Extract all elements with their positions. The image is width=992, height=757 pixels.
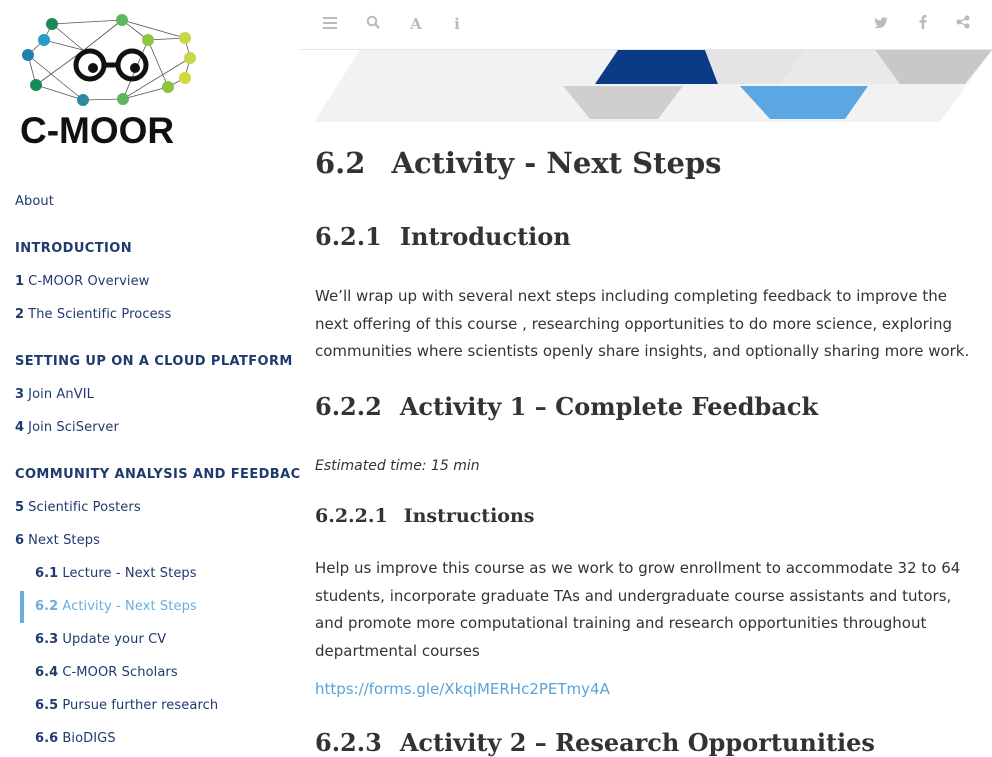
search-icon[interactable] (364, 14, 382, 34)
info-icon[interactable]: i (448, 14, 466, 34)
toc-item-4[interactable]: 4 Join SciServer (15, 420, 119, 435)
header-banner (314, 50, 992, 122)
facebook-icon[interactable] (914, 14, 932, 34)
toc-about[interactable]: About (15, 194, 54, 209)
share-icon[interactable] (954, 14, 972, 34)
toc-item-1[interactable]: 1 C-MOOR Overview (15, 274, 149, 289)
estimated-time: Estimated time: 15 min (315, 458, 480, 474)
section-heading-feedback: 6.2.2 Activity 1 – Complete Feedback (315, 392, 819, 421)
toc-header-community: COMMUNITY ANALYSIS AND FEEDBACK (15, 467, 300, 482)
toolbar: A i (300, 0, 992, 50)
toc-item-6-3[interactable]: 6.3 Update your CV (35, 632, 166, 647)
active-indicator (20, 591, 24, 623)
toc-item-6[interactable]: 6 Next Steps (15, 533, 100, 548)
toc-header-cloud: SETTING UP ON A CLOUD PLATFORM (15, 354, 293, 369)
toc-item-6-6[interactable]: 6.6 BioDIGS (35, 731, 116, 744)
page-title: 6.2 Activity - Next Steps (315, 146, 722, 180)
menu-icon[interactable] (321, 14, 339, 34)
subsection-heading-instructions: 6.2.2.1 Instructions (315, 505, 535, 527)
toc-item-6-2[interactable]: 6.2 Activity - Next Steps (35, 599, 197, 614)
instructions-paragraph: Help us improve this course as we work t… (315, 559, 961, 660)
toc-item-5[interactable]: 5 Scientific Posters (15, 500, 141, 515)
toc-item-2[interactable]: 2 The Scientific Process (15, 307, 171, 322)
section-heading-research: 6.2.3 Activity 2 – Research Opportunities (315, 728, 875, 757)
logo-text: C-MOOR (20, 110, 174, 151)
section-heading-introduction: 6.2.1 Introduction (315, 222, 571, 251)
c-moor-logo[interactable]: C-MOOR (18, 10, 208, 152)
toc-item-6-1[interactable]: 6.1 Lecture - Next Steps (35, 566, 197, 581)
sidebar: C-MOOR About INTRODUCTION 1 C-MOOR Overvi… (0, 0, 300, 744)
twitter-icon[interactable] (872, 14, 890, 34)
feedback-form-link[interactable]: https://forms.gle/XkqiMERHc2PETmy4A (315, 680, 610, 698)
toc-header-introduction: INTRODUCTION (15, 241, 132, 256)
toc-item-6-5[interactable]: 6.5 Pursue further research (35, 698, 218, 713)
font-icon[interactable]: A (407, 14, 425, 34)
toc-item-6-4[interactable]: 6.4 C-MOOR Scholars (35, 665, 178, 680)
toc-item-3[interactable]: 3 Join AnVIL (15, 387, 94, 402)
intro-paragraph: We’ll wrap up with several next steps in… (315, 287, 970, 360)
